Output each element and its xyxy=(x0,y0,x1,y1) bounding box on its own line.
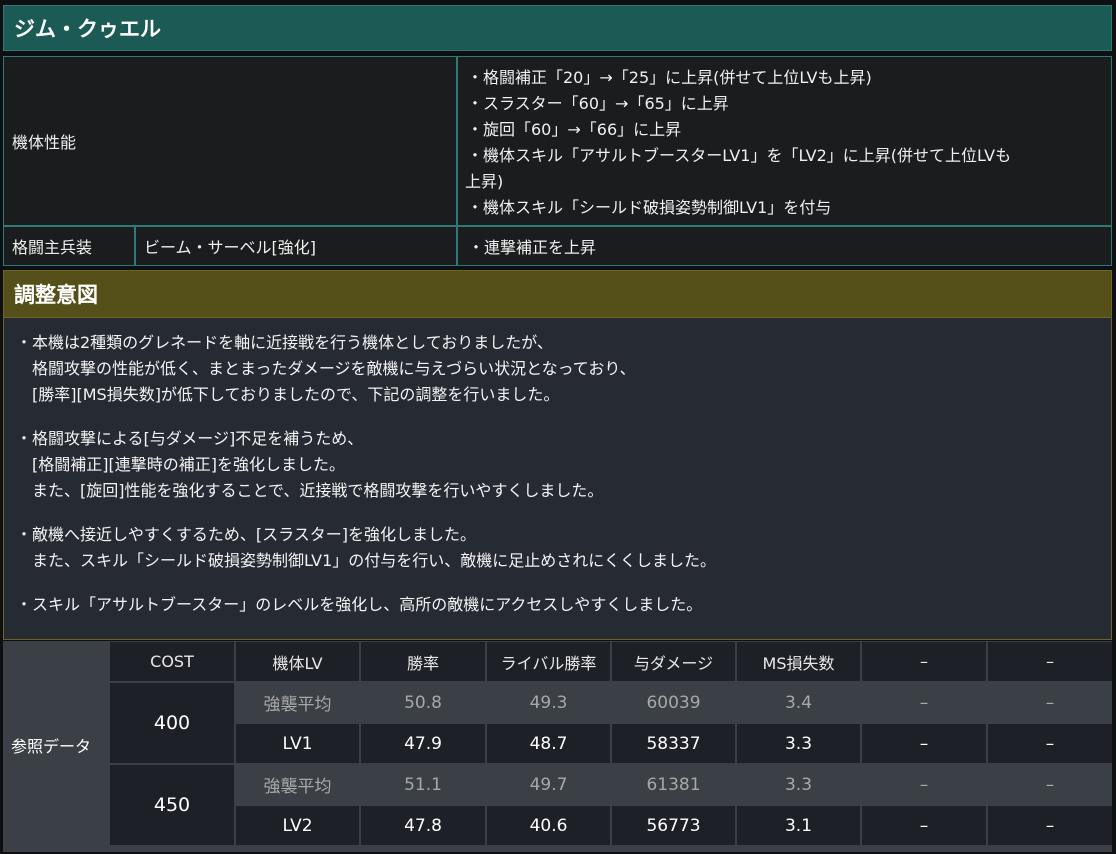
cost-cell: 400 xyxy=(110,683,234,763)
section-title: ジム・クゥエル xyxy=(3,5,1112,51)
table-cell: 40.6 xyxy=(487,806,610,845)
weapon-label: 格闘主兵装 xyxy=(12,238,93,257)
change-item: ・機体スキル「シールド破損姿勢制御LV1」を付与 xyxy=(467,198,832,217)
table-cell: 49.7 xyxy=(487,765,610,804)
table-cell: 49.3 xyxy=(487,683,610,722)
table-header: 勝率 xyxy=(361,642,485,681)
table-cell: – xyxy=(988,765,1112,804)
ms-name: ジム・クゥエル xyxy=(14,17,161,41)
table-cell: 3.3 xyxy=(737,765,860,804)
intent-body: ・本機は2種類のグレネードを軸に近接戦を行う機体としておりましたが、 格闘攻撃の… xyxy=(3,318,1112,640)
table-cell: – xyxy=(862,765,986,804)
table-cell: 3.1 xyxy=(737,806,860,845)
intent-paragraph: ・敵機へ接近しやすくするため、[スラスター]を強化しました。 また、スキル「シー… xyxy=(16,522,1111,574)
intent-line: また、[旋回]性能を強化することで、近接戦で格闘攻撃を行いやすくしました。 xyxy=(16,481,604,500)
intent-line: ・本機は2種類のグレネードを軸に近接戦を行う機体としておりましたが、 xyxy=(16,333,553,352)
table-cell: 50.8 xyxy=(361,683,485,722)
intent-title: 調整意図 xyxy=(14,283,98,307)
intent-line: また、スキル「シールド破損姿勢制御LV1」の付与を行い、敵機に足止めされにくくし… xyxy=(16,551,716,570)
intent-line: ・スキル「アサルトブースター」のレベルを強化し、高所の敵機にアクセスしやすくしま… xyxy=(16,595,703,614)
intent-paragraph: ・スキル「アサルトブースター」のレベルを強化し、高所の敵機にアクセスしやすくしま… xyxy=(16,592,1111,618)
table-cell: – xyxy=(988,724,1112,763)
intent-paragraph: ・本機は2種類のグレネードを軸に近接戦を行う機体としておりましたが、 格闘攻撃の… xyxy=(16,330,1111,408)
change-item: 上昇) xyxy=(465,172,504,191)
reference-table: 参照データ COST 機体LV 勝率 ライバル勝率 与ダメージ MS損失数 – –400 強襲平… xyxy=(3,641,1112,852)
change-item: ・スラスター「60」→「65」に上昇 xyxy=(467,94,729,113)
weapon-name: ビーム・サーベル[強化] xyxy=(144,238,317,257)
change-item: ・機体スキル「アサルトブースターLV1」を「LV2」に上昇(併せて上位LVも xyxy=(467,146,1012,165)
table-cell: – xyxy=(862,683,986,722)
change-item: ・格闘補正「20」→「25」に上昇(併せて上位LVも上昇) xyxy=(467,68,872,87)
intent-line: 格闘攻撃の性能が低く、まとまったダメージを敵機に与えづらい状況となっており、 xyxy=(16,359,636,378)
table-cell: – xyxy=(862,806,986,845)
page: ジム・クゥエル 機体性能 ・格闘補正「20」→「25」に上昇(併せて上位LVも上… xyxy=(0,0,1116,854)
table-header: – xyxy=(862,642,986,681)
table-cell: – xyxy=(862,724,986,763)
reference-label: 参照データ xyxy=(11,736,92,756)
table-cell: 56773 xyxy=(612,806,735,845)
table-cell: 60039 xyxy=(612,683,735,722)
table-cell: 3.3 xyxy=(737,724,860,763)
table-cell: – xyxy=(988,683,1112,722)
performance-label-cell: 機体性能 xyxy=(3,56,457,226)
table-header: – xyxy=(988,642,1112,681)
weapon-name-cell: ビーム・サーベル[強化] xyxy=(135,226,457,266)
intent-line: [勝率][MS損失数]が低下しておりましたので、下記の調整を行いました。 xyxy=(16,385,560,404)
intent-line: [格闘補正][連撃時の補正]を強化しました。 xyxy=(16,455,345,474)
table-cell: – xyxy=(988,806,1112,845)
reference-label-cell: 参照データ xyxy=(3,641,109,852)
table-cell: LV2 xyxy=(236,806,359,845)
intent-line: ・敵機へ接近しやすくするため、[スラスター]を強化しました。 xyxy=(16,525,477,544)
weapon-change: ・連撃補正を上昇 xyxy=(468,238,597,257)
table-header: MS損失数 xyxy=(737,642,860,681)
cost-cell: 450 xyxy=(110,765,234,845)
intent-line: ・格闘攻撃による[与ダメージ]不足を補うため、 xyxy=(16,429,364,448)
table-cell: 3.4 xyxy=(737,683,860,722)
table-header: 与ダメージ xyxy=(612,642,735,681)
performance-changes: ・格闘補正「20」→「25」に上昇(併せて上位LVも上昇) ・スラスター「60」… xyxy=(457,56,1112,226)
weapon-label-cell: 格闘主兵装 xyxy=(3,226,135,266)
performance-label: 機体性能 xyxy=(12,133,77,152)
intent-title-bar: 調整意図 xyxy=(3,270,1112,318)
table-header: COST xyxy=(110,642,234,681)
table-cell: 58337 xyxy=(612,724,735,763)
table-cell: 48.7 xyxy=(487,724,610,763)
weapon-change-cell: ・連撃補正を上昇 xyxy=(457,226,1112,266)
table-cell: 強襲平均 xyxy=(236,765,359,804)
table-header: ライバル勝率 xyxy=(487,642,610,681)
intent-paragraph: ・格闘攻撃による[与ダメージ]不足を補うため、 [格闘補正][連撃時の補正]を強… xyxy=(16,426,1111,504)
table-cell: 強襲平均 xyxy=(236,683,359,722)
change-item: ・旋回「60」→「66」に上昇 xyxy=(467,120,682,139)
table-header: 機体LV xyxy=(236,642,359,681)
table-cell: 47.9 xyxy=(361,724,485,763)
table-cell: LV1 xyxy=(236,724,359,763)
table-cell: 47.8 xyxy=(361,806,485,845)
table-cell: 51.1 xyxy=(361,765,485,804)
table-cell: 61381 xyxy=(612,765,735,804)
